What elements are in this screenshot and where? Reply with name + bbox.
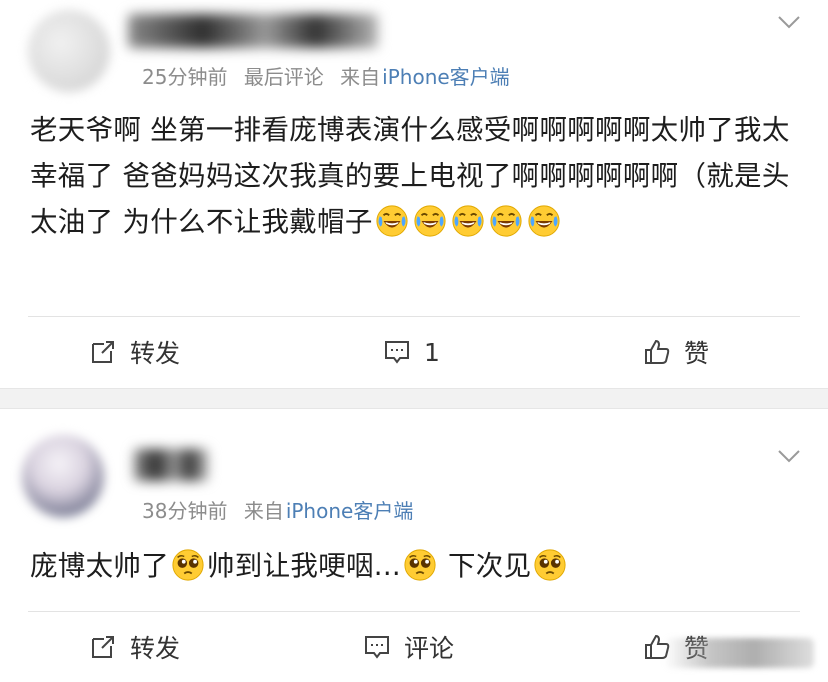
post-time: 38分钟前 bbox=[142, 499, 228, 523]
pleading-face-emoji-icon bbox=[403, 548, 437, 582]
repost-icon bbox=[92, 341, 114, 363]
comment-button[interactable]: 1 bbox=[384, 317, 440, 387]
source-app-link[interactable]: iPhone客户端 bbox=[382, 65, 510, 89]
comment-count: 1 bbox=[424, 337, 440, 367]
post-card: 38分钟前 来自 iPhone客户端 庞博太帅了 帅到让我哽咽... 下次见 转发 … bbox=[0, 409, 828, 682]
laugh-cry-emoji-icon bbox=[489, 204, 523, 238]
comment-icon bbox=[385, 341, 409, 364]
laugh-cry-emoji-icon bbox=[413, 204, 447, 238]
post-text-part: 下次见 bbox=[438, 550, 532, 582]
post-text-part: 庞博太帅了 bbox=[30, 550, 169, 582]
source-app-link[interactable]: iPhone客户端 bbox=[286, 499, 414, 523]
post-text-part: 帅到让我哽咽... bbox=[207, 550, 401, 582]
post-text: 老天爷啊 坐第一排看庞博表演什么感受啊啊啊啊啊太帅了我太幸福了 爸爸妈妈这次我真… bbox=[30, 107, 792, 245]
comment-button[interactable]: 评论 bbox=[364, 612, 454, 682]
chevron-down-icon[interactable] bbox=[776, 9, 802, 35]
comment-label: 评论 bbox=[404, 634, 455, 663]
source-prefix: 来自 bbox=[243, 499, 284, 523]
post-text: 庞博太帅了 帅到让我哽咽... 下次见 bbox=[30, 543, 792, 589]
post-meta: 38分钟前 来自 iPhone客户端 bbox=[142, 495, 413, 524]
like-label: 赞 bbox=[684, 339, 710, 368]
action-bar: 转发 1 赞 bbox=[28, 316, 800, 387]
source-prefix: 来自 bbox=[340, 65, 381, 89]
post-time: 25分钟前 bbox=[142, 65, 228, 89]
repost-button[interactable]: 转发 bbox=[90, 317, 180, 387]
comment-icon bbox=[365, 636, 389, 659]
pleading-face-emoji-icon bbox=[533, 548, 567, 582]
like-button[interactable]: 赞 bbox=[644, 317, 709, 387]
laugh-cry-emoji-icon bbox=[375, 204, 409, 238]
username-blurred[interactable] bbox=[134, 449, 208, 481]
post-card: 25分钟前 最后评论 来自 iPhone客户端 老天爷啊 坐第一排看庞博表演什么感… bbox=[0, 0, 828, 388]
repost-label: 转发 bbox=[130, 339, 181, 368]
post-text-body: 老天爷啊 坐第一排看庞博表演什么感受啊啊啊啊啊太帅了我太幸福了 爸爸妈妈这次我真… bbox=[30, 114, 790, 238]
chevron-down-icon[interactable] bbox=[776, 443, 802, 469]
watermark-blurred bbox=[664, 638, 814, 668]
thumbs-up-icon bbox=[645, 339, 670, 364]
repost-button[interactable]: 转发 bbox=[90, 612, 180, 682]
laugh-cry-emoji-icon bbox=[527, 204, 561, 238]
avatar[interactable] bbox=[28, 10, 110, 92]
last-comment-tag: 最后评论 bbox=[243, 65, 324, 89]
repost-icon bbox=[92, 636, 114, 658]
username-blurred[interactable] bbox=[128, 14, 378, 48]
post-separator bbox=[0, 388, 828, 409]
laugh-cry-emoji-icon bbox=[451, 204, 485, 238]
avatar[interactable] bbox=[22, 435, 104, 517]
pleading-face-emoji-icon bbox=[171, 548, 205, 582]
post-meta: 25分钟前 最后评论 来自 iPhone客户端 bbox=[142, 61, 510, 90]
repost-label: 转发 bbox=[130, 634, 181, 663]
